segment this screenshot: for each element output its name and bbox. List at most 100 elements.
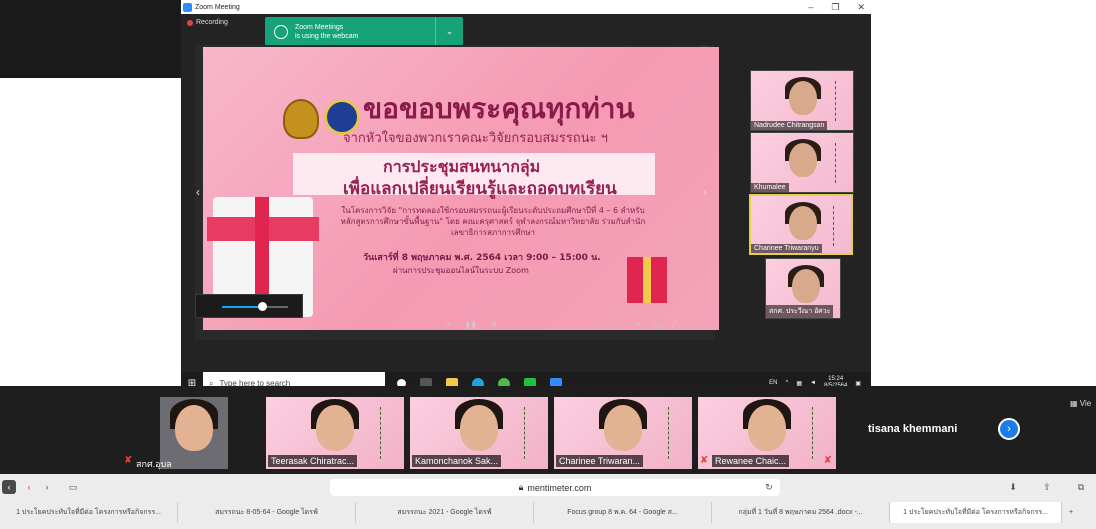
participant-name: สกศ.อุบล bbox=[136, 459, 172, 469]
participant-name: Rewanee Chaic... bbox=[712, 455, 790, 467]
zoom-meeting-window: Zoom Meeting – ❐ ✕ Recording Zoom Meetin… bbox=[181, 0, 871, 395]
chevron-down-icon[interactable]: ⌄ bbox=[435, 17, 463, 46]
settings-icon[interactable]: ⚙ bbox=[491, 321, 497, 329]
participant-tile[interactable]: Teerasak Chiratrac... bbox=[266, 397, 404, 469]
subtitle-icon[interactable]: ▭ bbox=[653, 321, 660, 329]
slideshow-controls: ↺ ❚❚ ⚙ bbox=[445, 321, 497, 329]
slide-venue: ผ่านการประชุมออนไลน์ในระบบ Zoom bbox=[393, 266, 529, 275]
participant-face bbox=[789, 81, 817, 115]
lock-icon: 🔒︎ bbox=[518, 482, 524, 492]
gallery-tile-active-speaker[interactable]: Charinee Triwaranyu bbox=[749, 194, 853, 255]
participant-tile[interactable]: Kamonchanok Sak... bbox=[410, 397, 548, 469]
pen-icon[interactable]: ✎ bbox=[635, 321, 641, 329]
browser-tab[interactable]: สมรรถนะ 8-05-64 - Google ไดรฟ์ bbox=[178, 502, 356, 523]
participant-face bbox=[460, 405, 498, 451]
webcam-icon bbox=[274, 24, 288, 39]
participant-face bbox=[175, 405, 213, 451]
browser-tab[interactable]: 1 ประโยคประทับใจที่มีต่อ โครงการหรือกิจก… bbox=[0, 502, 178, 523]
browser-tab[interactable]: กลุ่มที่ 1 วันที่ 8 พฤษภาคม 2564 .docx -… bbox=[712, 502, 890, 523]
browser-tab[interactable]: สมรรถนะ 2021 - Google ไดรฟ์ bbox=[356, 502, 534, 523]
gallery-name: สกศ. ประวีณา อัศวะ bbox=[766, 305, 834, 318]
presentation-slide: ขอขอบพระคุณทุกท่าน จากหัวใจของพวกเราคณะว… bbox=[203, 47, 719, 330]
toast-title: Zoom Meetings bbox=[295, 23, 344, 31]
address-text: mentimeter.com bbox=[527, 482, 592, 493]
reload-icon[interactable]: ↻ bbox=[762, 480, 776, 494]
sidebar-icon[interactable]: ‹ bbox=[2, 480, 16, 494]
participant-name: Kamonchanok Sak... bbox=[412, 455, 502, 467]
recording-indicator[interactable]: Recording bbox=[187, 19, 228, 26]
gallery-name: Charinee Triwaranyu bbox=[751, 244, 822, 253]
clock-time: 15:24 bbox=[828, 376, 844, 382]
browser-tabs: 1 ประโยคประทับใจที่มีต่อ โครงการหรือกิจก… bbox=[0, 502, 1096, 523]
fullscreen-icon[interactable]: ⤢ bbox=[672, 321, 678, 329]
browser-chrome: ‹ ‹ › ▭ 🔒︎ mentimeter.com ↻ ⬇ ⇧ ⧉ 1 ประโ… bbox=[0, 474, 1096, 529]
slide-subtitle: จากหัวใจของพวกเราคณะวิจัยกรอบสมรรถนะ ฯ bbox=[343, 131, 608, 146]
participant-face bbox=[789, 206, 817, 240]
mic-muted-icon: ✘ bbox=[823, 455, 832, 466]
gallery-tile[interactable]: Khumalee bbox=[750, 132, 854, 193]
tab-label: สมรรถนะ 8-05-64 - Google ไดรฟ์ bbox=[215, 509, 318, 516]
share-icon[interactable]: ⇧ bbox=[1040, 480, 1054, 494]
slide-date: วันเสาร์ที่ 8 พฤษภาคม พ.ศ. 2564 เวลา 9:0… bbox=[363, 253, 601, 263]
recording-label: Recording bbox=[196, 19, 228, 26]
address-bar[interactable]: 🔒︎ mentimeter.com bbox=[330, 479, 780, 496]
tab-label: สมรรถนะ 2021 - Google ไดรฟ์ bbox=[397, 509, 492, 516]
volume-panel[interactable] bbox=[195, 294, 303, 318]
more-icon[interactable]: ⋯ bbox=[689, 321, 696, 329]
next-page-button[interactable]: › bbox=[998, 418, 1020, 440]
chevron-left-icon[interactable]: ‹ bbox=[196, 185, 200, 199]
tab-label: 1 ประโยคประทับใจที่มีต่อ โครงการหรือกิจก… bbox=[903, 509, 1048, 516]
participant-face bbox=[789, 143, 817, 177]
chevron-right-icon[interactable]: › bbox=[703, 185, 707, 199]
tab-label: 1 ประโยคประทับใจที่มีต่อ โครงการหรือกิจก… bbox=[16, 509, 161, 516]
browser-tab[interactable]: Focus group 8 พ.ค. 64 - Google ส... bbox=[534, 502, 712, 523]
gallery-name: Khumalee bbox=[751, 183, 789, 192]
zoom-titlebar: Zoom Meeting bbox=[181, 0, 871, 14]
toast-message: is using the webcam bbox=[295, 32, 359, 40]
participant-tile[interactable]: Charinee Triwaran... bbox=[554, 397, 692, 469]
shared-screen: – ▫ ✕ ขอขอบพระคุณทุกท่าน จากหัวใจของพวกเ… bbox=[195, 45, 719, 340]
mic-muted-icon: ✘ bbox=[700, 455, 709, 466]
pause-icon[interactable]: ❚❚ bbox=[465, 321, 477, 329]
back-icon[interactable]: ↺ bbox=[445, 321, 451, 329]
tabs-icon[interactable]: ⧉ bbox=[1074, 480, 1088, 494]
gallery-tile[interactable]: สกศ. ประวีณา อัศวะ bbox=[765, 258, 841, 319]
slide-description: ในโครงการวิจัย "การทดลองใช้กรอบสมรรถนะผู… bbox=[340, 206, 646, 237]
university-emblem-icon bbox=[283, 99, 319, 139]
forward-icon[interactable]: › bbox=[40, 480, 54, 494]
box-title-2: เพื่อแลกเปลี่ยนเรียนรู้และถอดบทเรียน bbox=[343, 179, 617, 199]
zoom-logo-icon bbox=[183, 2, 192, 12]
new-tab-button[interactable]: + bbox=[1062, 502, 1080, 523]
volume-slider-handle[interactable] bbox=[258, 302, 267, 311]
slide-title: ขอขอบพระคุณทุกท่าน bbox=[363, 92, 635, 125]
gallery-tile[interactable]: Nadrudee Chitrangsan bbox=[750, 70, 854, 131]
back-icon[interactable]: ‹ bbox=[22, 480, 36, 494]
participant-name: Charinee Triwaran... bbox=[556, 455, 644, 467]
view-label: Vie bbox=[1079, 399, 1092, 408]
mic-muted-icon: ✘ bbox=[124, 455, 133, 466]
tabs-overview-icon[interactable]: ▭ bbox=[66, 480, 80, 494]
participant-name: Teerasak Chiratrac... bbox=[268, 455, 358, 467]
tab-label: กลุ่มที่ 1 วันที่ 8 พฤษภาคม 2564 .docx -… bbox=[738, 509, 863, 516]
gallery-name: Nadrudee Chitrangsan bbox=[751, 121, 828, 130]
participant-face bbox=[604, 405, 642, 451]
window-controls: – ❐ ✕ bbox=[808, 0, 865, 14]
volume-fill bbox=[222, 306, 262, 308]
close-icon[interactable]: ✕ bbox=[857, 2, 865, 13]
background-window bbox=[0, 0, 181, 78]
browser-tab-active[interactable]: 1 ประโยคประทับใจที่มีต่อ โครงการหรือกิจก… bbox=[890, 502, 1062, 523]
download-icon[interactable]: ⬇ bbox=[1006, 480, 1020, 494]
restore-icon[interactable]: ❐ bbox=[831, 2, 839, 13]
tab-label: Focus group 8 พ.ค. 64 - Google ส... bbox=[567, 509, 678, 516]
small-gift-ribbon-image bbox=[643, 257, 651, 303]
active-speaker-name: tisana khemmani bbox=[868, 423, 958, 435]
slideshow-right-controls: ✎ ▭ ⤢ ⋯ bbox=[635, 321, 696, 329]
zoom-window-title: Zoom Meeting bbox=[195, 3, 240, 11]
minimize-icon[interactable]: – bbox=[808, 2, 813, 12]
view-button[interactable]: ▦ Vie bbox=[1070, 399, 1091, 408]
webcam-notification[interactable]: Zoom Meetings is using the webcam ⌄ bbox=[265, 17, 463, 46]
record-dot-icon bbox=[187, 19, 193, 26]
participant-face bbox=[316, 405, 354, 451]
participant-face bbox=[748, 405, 786, 451]
participant-tile[interactable]: Rewanee Chaic... ✘ ✘ bbox=[698, 397, 836, 469]
